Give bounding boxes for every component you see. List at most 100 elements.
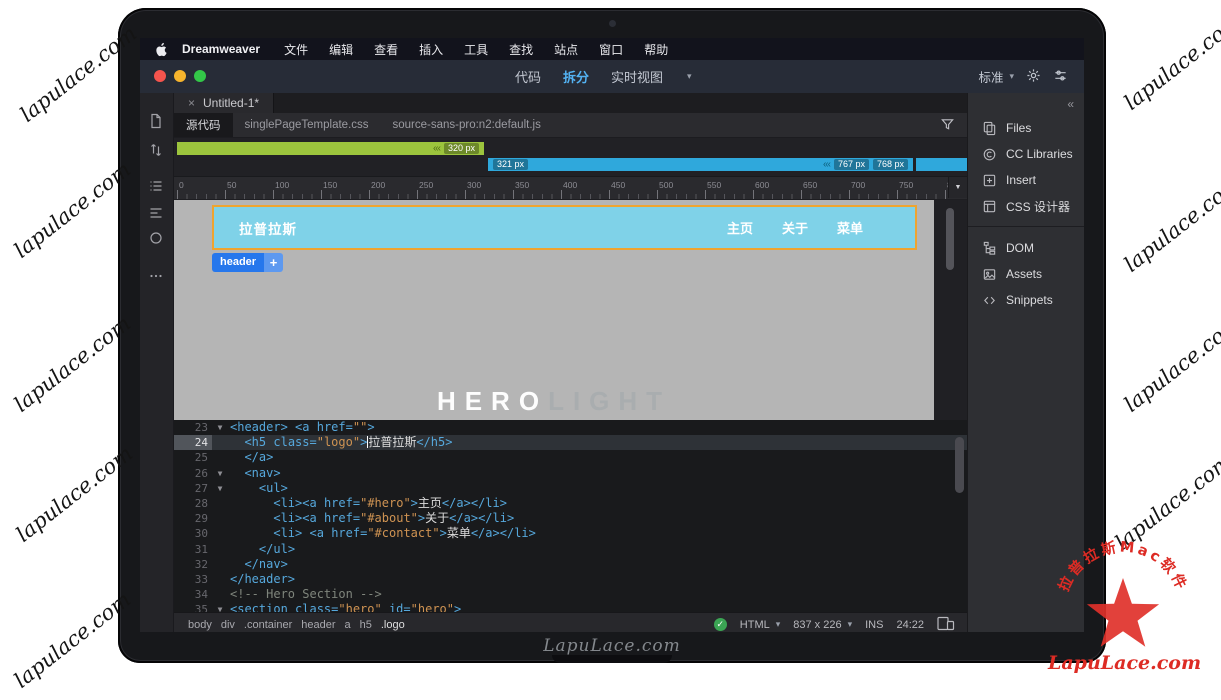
status-bar: bodydiv .container headera h5 .logo ✓ HTML ▾…: [174, 612, 967, 632]
related-file-item[interactable]: 源代码: [174, 113, 233, 137]
media-query-bar-0-320[interactable]: ‹‹‹ 320 px: [177, 142, 484, 155]
files-icon: [982, 121, 997, 136]
window-size-selector[interactable]: 837 x 226 ▾: [793, 619, 852, 631]
tag-selector[interactable]: body: [188, 619, 212, 631]
menubar-item[interactable]: 文件: [284, 43, 308, 57]
nav-link[interactable]: 主页: [727, 218, 753, 237]
fold-arrow-icon[interactable]: ▼: [212, 420, 228, 435]
laptop-brand-text: LapuLace.com: [118, 636, 1106, 656]
code-text: <nav>: [228, 466, 281, 481]
fold-arrow-icon[interactable]: ▼: [212, 602, 228, 612]
fold-arrow-icon[interactable]: ▼: [212, 466, 228, 481]
line-number: 24: [174, 435, 212, 450]
inspect-button[interactable]: [148, 230, 165, 247]
ruler-tick-label: 300: [467, 180, 481, 190]
panel-insert[interactable]: Insert: [968, 167, 1084, 193]
collapse-panels-icon[interactable]: «: [1067, 97, 1074, 111]
tag-selector[interactable]: .logo: [381, 619, 405, 631]
media-query-bar-768-up[interactable]: [916, 158, 967, 171]
code-scrollbar-thumb[interactable]: [955, 437, 964, 493]
element-display-badge[interactable]: header +: [212, 253, 283, 272]
line-number: 25: [174, 450, 212, 465]
related-file-item[interactable]: source-sans-pro:n2:default.js: [381, 113, 553, 137]
menubar-item[interactable]: 工具: [464, 43, 488, 57]
media-query-label: 768 px: [873, 159, 908, 170]
nav-link[interactable]: 菜单: [837, 218, 863, 237]
close-tab-icon[interactable]: ×: [188, 96, 195, 110]
fold-gutter: [212, 435, 228, 450]
code-line: 32 </nav>: [174, 557, 967, 572]
panel-css[interactable]: CSS 设计器: [968, 193, 1084, 219]
code-text: <ul>: [228, 481, 288, 496]
camera-dot: [609, 20, 616, 27]
tag-selector[interactable]: header: [301, 619, 335, 631]
device-preview-icon[interactable]: [937, 616, 955, 633]
hero-title: HEROLIGHT: [174, 386, 934, 417]
format-source-button[interactable]: [148, 205, 165, 222]
fold-gutter: [212, 557, 228, 572]
tag-selector[interactable]: .container: [244, 619, 292, 631]
dock-header: «: [968, 93, 1084, 115]
ruler-tick-label: 450: [611, 180, 625, 190]
design-scrollbar[interactable]: [934, 200, 967, 420]
menubar-item[interactable]: 编辑: [329, 43, 353, 57]
tag-selector[interactable]: a: [345, 619, 351, 631]
window-size-dropdown[interactable]: ▼: [948, 177, 967, 198]
menubar-item[interactable]: 窗口: [599, 43, 623, 57]
file-management-button[interactable]: [148, 142, 165, 159]
code-list-button[interactable]: [148, 178, 165, 195]
nav-link[interactable]: 关于: [782, 218, 808, 237]
menubar-item[interactable]: 查看: [374, 43, 398, 57]
close-button[interactable]: [154, 70, 166, 82]
ruler-tick-label: 650: [803, 180, 817, 190]
code-line: 23▼<header> <a href="">: [174, 420, 967, 435]
menubar-item[interactable]: 查找: [509, 43, 533, 57]
view-mode-code[interactable]: 代码: [515, 67, 541, 86]
filter-funnel-icon[interactable]: [940, 117, 955, 135]
zoom-button[interactable]: [194, 70, 206, 82]
line-number: 31: [174, 542, 212, 557]
menubar-item[interactable]: 站点: [554, 43, 578, 57]
lint-ok-icon[interactable]: ✓: [714, 618, 727, 631]
menubar-item[interactable]: 插入: [419, 43, 443, 57]
preferences-sliders-icon[interactable]: [1053, 68, 1068, 86]
view-mode-split[interactable]: 拆分: [563, 67, 589, 86]
menubar-item[interactable]: 帮助: [644, 43, 668, 57]
related-file-item[interactable]: singlePageTemplate.css: [233, 113, 381, 137]
ruler-tick-label: 700: [851, 180, 865, 190]
minimize-button[interactable]: [174, 70, 186, 82]
settings-gear-icon[interactable]: [1026, 68, 1041, 86]
workspace-switcher[interactable]: 标准 ▾: [978, 67, 1014, 86]
scrollbar-thumb[interactable]: [946, 208, 954, 270]
apple-icon[interactable]: [154, 42, 167, 57]
panel-snippets[interactable]: Snippets: [968, 287, 1084, 313]
media-query-region: ‹‹‹ 320 px 321 px ‹‹‹ 767 px 768 px: [174, 138, 967, 177]
view-mode-live[interactable]: 实时视图: [611, 67, 663, 86]
doctype-dropdown[interactable]: HTML ▾: [740, 619, 780, 631]
document-tab[interactable]: × Untitled-1*: [174, 93, 274, 113]
chevron-down-icon: ▾: [1009, 71, 1014, 82]
line-number: 33: [174, 572, 212, 587]
insert-mode-label: INS: [865, 619, 883, 631]
panel-dom[interactable]: DOM: [968, 235, 1084, 261]
line-number: 30: [174, 526, 212, 541]
site-logo[interactable]: 拉普拉斯: [239, 218, 297, 238]
resize-chevrons-icon: ‹‹‹: [823, 158, 830, 171]
open-documents-button[interactable]: [148, 113, 165, 130]
code-editor[interactable]: 23▼<header> <a href="">24 <h5 class="log…: [174, 420, 967, 612]
tag-selector[interactable]: h5: [360, 619, 372, 631]
design-header-element[interactable]: 拉普拉斯 主页 关于 菜单: [212, 205, 917, 250]
tag-selector[interactable]: div: [221, 619, 235, 631]
more-dots-icon: [148, 268, 164, 284]
panel-files[interactable]: Files: [968, 115, 1084, 141]
design-canvas[interactable]: 拉普拉斯 主页 关于 菜单 header + HEROLIGHT: [174, 200, 934, 420]
site-nav: 主页 关于 菜单: [727, 218, 863, 237]
live-view-dropdown-icon[interactable]: ▾: [687, 71, 692, 82]
panel-cc-libraries[interactable]: CC Libraries: [968, 141, 1084, 167]
fold-arrow-icon[interactable]: ▼: [212, 481, 228, 496]
app-menu[interactable]: Dreamweaver: [182, 42, 260, 56]
add-element-button[interactable]: +: [264, 253, 283, 272]
panel-assets[interactable]: Assets: [968, 261, 1084, 287]
more-options-button[interactable]: [148, 268, 165, 285]
media-query-bar-321-767[interactable]: 321 px ‹‹‹ 767 px 768 px: [488, 158, 913, 171]
